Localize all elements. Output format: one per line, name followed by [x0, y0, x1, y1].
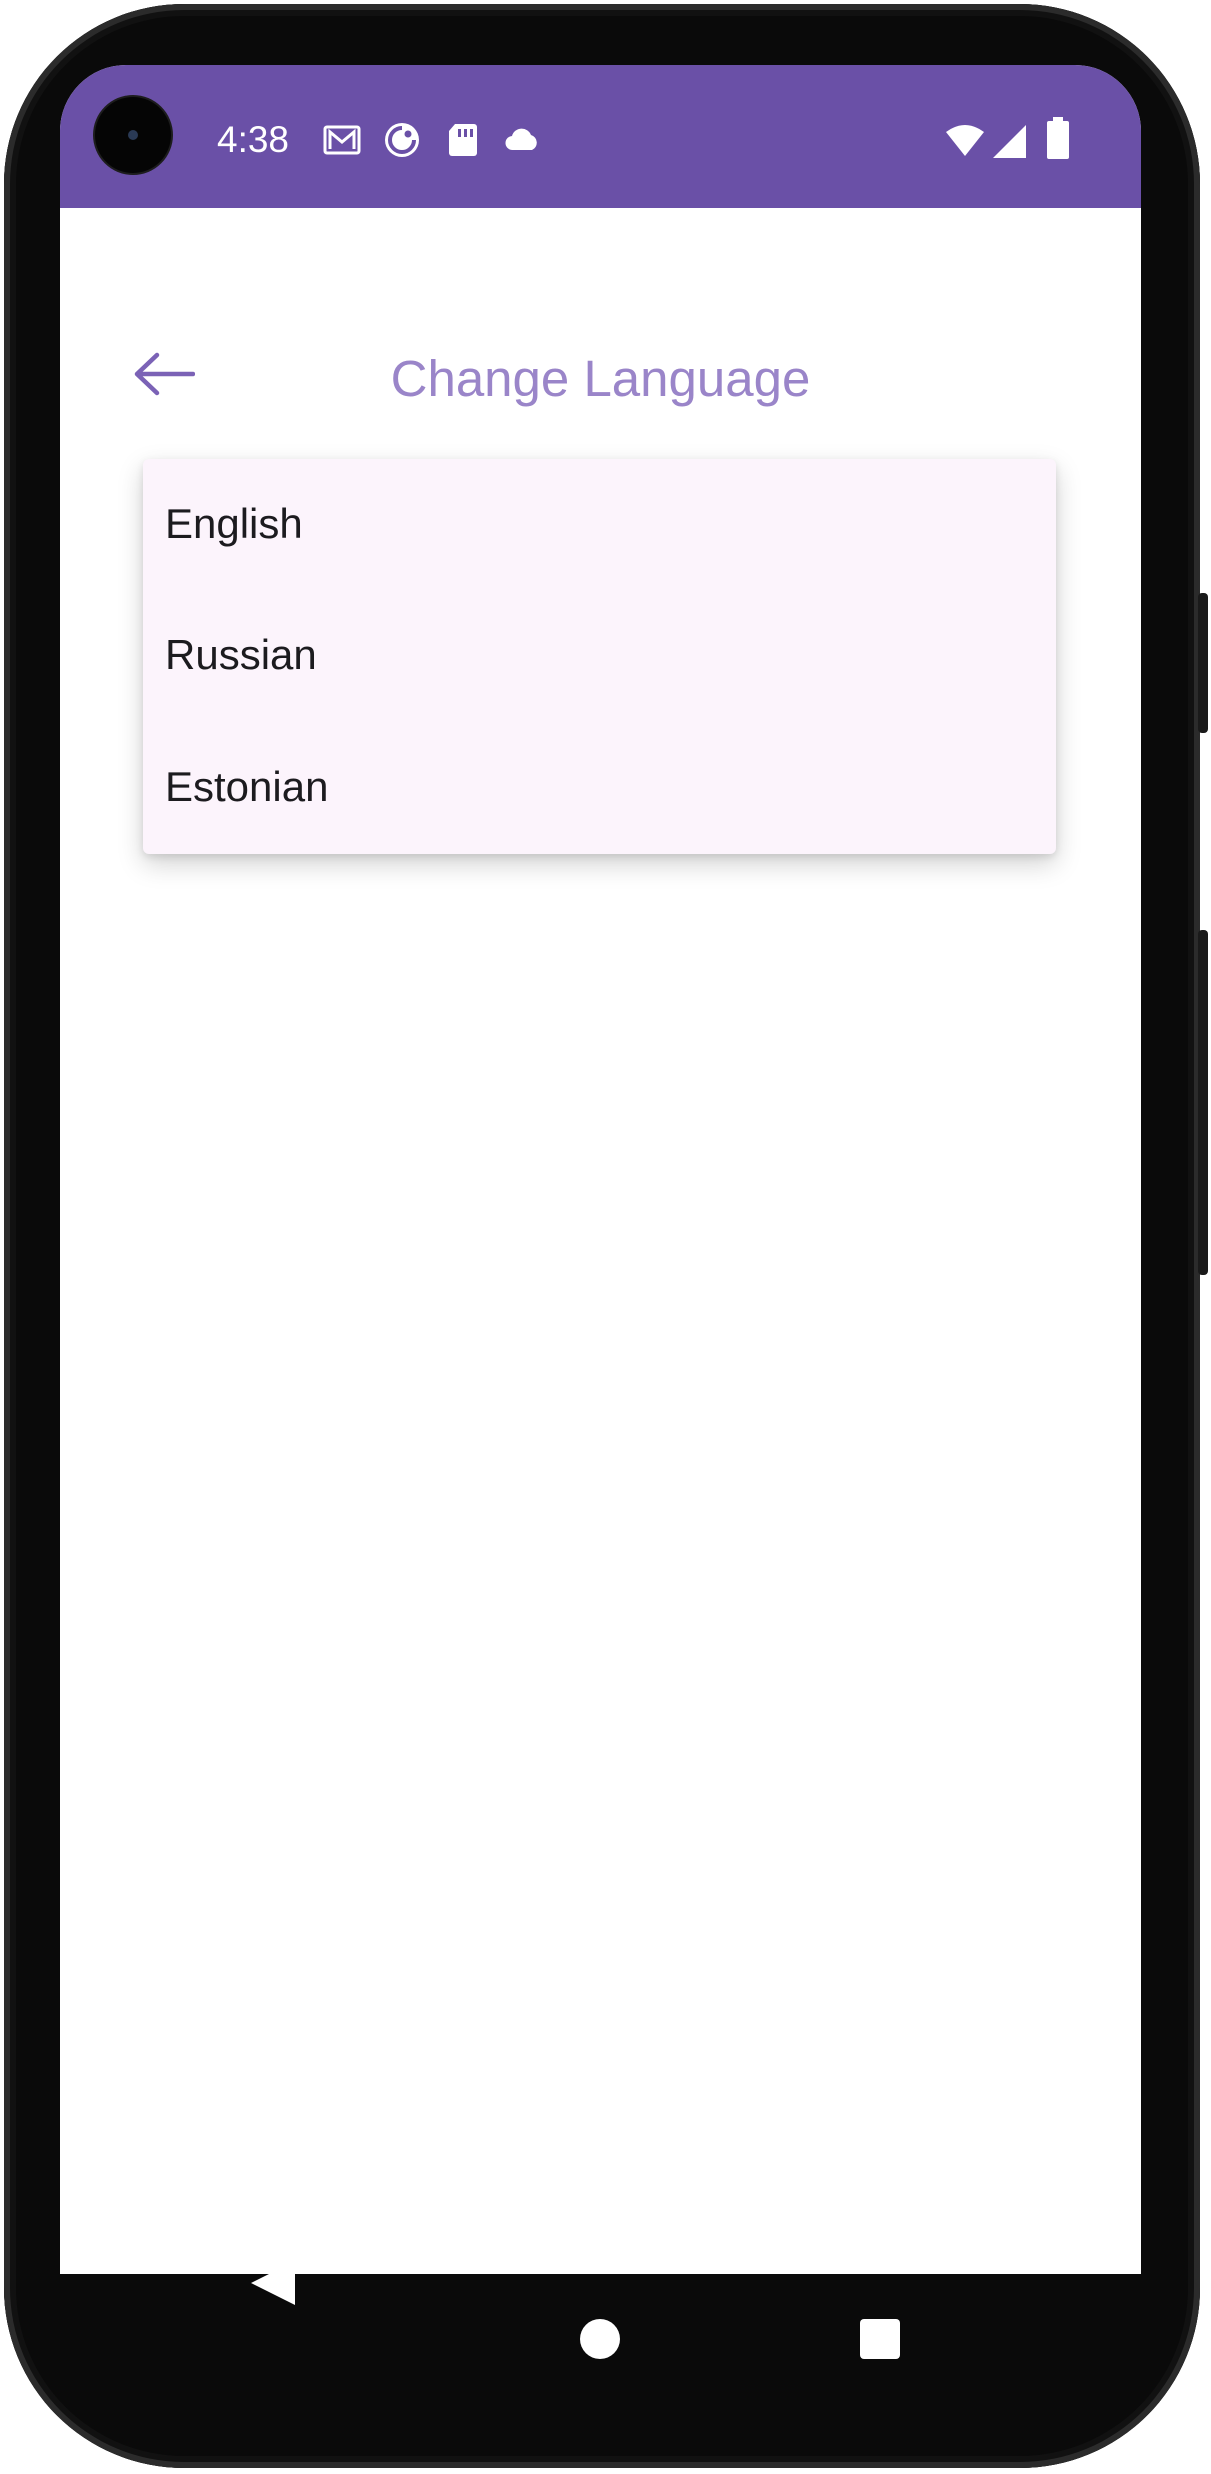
wifi-icon [946, 125, 984, 156]
volume-button [1198, 930, 1208, 1275]
sd-card-icon [449, 124, 477, 156]
language-dropdown-menu: English Russian Estonian [143, 459, 1056, 854]
page-title: Change Language [390, 350, 811, 407]
recents-square-icon[interactable] [860, 2319, 900, 2359]
app-bar: Change Language [60, 208, 1141, 408]
home-circle-icon[interactable] [580, 2319, 620, 2359]
pocket-casts-icon [385, 123, 419, 157]
cellular-signal-icon [993, 125, 1026, 158]
language-option-english[interactable]: English [143, 459, 1056, 589]
battery-icon [1047, 117, 1069, 159]
gmail-icon [323, 125, 361, 155]
power-button [1198, 593, 1208, 733]
cloud-icon [505, 128, 537, 151]
screen: 4:38 Change Language English Russian Est… [60, 65, 1141, 2274]
language-option-russian[interactable]: Russian [143, 589, 1056, 721]
status-bar: 4:38 [60, 65, 1141, 208]
status-clock: 4:38 [217, 119, 290, 160]
back-triangle-icon[interactable] [237, 2253, 297, 2318]
front-camera [95, 97, 171, 173]
language-option-estonian[interactable]: Estonian [143, 721, 1056, 853]
